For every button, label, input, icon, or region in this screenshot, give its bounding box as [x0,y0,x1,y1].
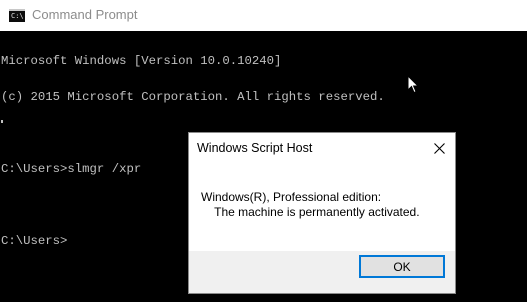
window-titlebar[interactable]: C:\ Command Prompt [0,0,527,31]
script-host-dialog: Windows Script Host Windows(R), Professi… [188,132,456,294]
close-button[interactable] [424,134,454,162]
cmd-icon: C:\ [9,9,25,22]
dialog-message: Windows(R), Professional edition: The ma… [201,190,420,219]
ok-button[interactable]: OK [359,255,445,278]
console-line: (c) 2015 Microsoft Corporation. All righ… [1,90,385,104]
text-cursor [1,120,3,123]
dialog-title: Windows Script Host [197,141,313,155]
close-icon [433,142,445,154]
command-prompt-window: C:\ Command Prompt Microsoft Windows [Ve… [0,0,527,302]
mouse-pointer-icon [407,75,419,94]
console-line: Microsoft Windows [Version 10.0.10240] [1,54,282,68]
dialog-footer: OK [189,251,455,293]
cmd-icon-glyph: C:\ [11,12,24,20]
window-title: Command Prompt [32,7,138,22]
